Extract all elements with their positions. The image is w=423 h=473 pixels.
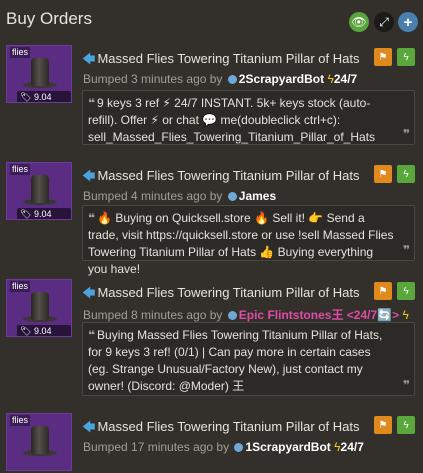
bolt-icon[interactable]: ϟ [397, 416, 415, 434]
user-link[interactable]: Epic Flintstones王 <24/7🔄> [239, 308, 399, 322]
bolt-icon: ϟ [402, 308, 409, 322]
back-arrow-icon: 🡄 [82, 419, 96, 434]
item-effect-label: flies [10, 415, 31, 426]
item-name[interactable]: 🡄 Massed Flies Towering Titanium Pillar o… [82, 418, 359, 440]
bolt-icon[interactable]: ϟ [397, 165, 415, 183]
panel-title: Buy Orders [6, 9, 92, 28]
flag-icon[interactable]: ⚑ [374, 165, 392, 183]
item-thumbnail[interactable]: flies 🏷 9.04 keys [6, 279, 72, 337]
online-status-icon [227, 75, 237, 84]
user-link[interactable]: James [239, 189, 276, 203]
listing-comment: ❝ 9 keys 3 ref ⚡ 24/7 INSTANT. 5k+ keys s… [82, 90, 415, 145]
price-badge: 🏷 9.04 keys [17, 91, 71, 102]
flag-icon[interactable]: ⚑ [374, 416, 392, 434]
quote-open-icon: ❝ [88, 211, 96, 225]
item-effect-label: flies [10, 47, 31, 58]
quote-close-icon: ❞ [402, 127, 410, 141]
bumped-line: Bumped 17 minutes ago by 1ScrapyardBot ϟ… [83, 440, 364, 454]
flag-icon[interactable]: ⚑ [374, 282, 392, 300]
item-effect-label: flies [10, 164, 31, 175]
bolt-icon[interactable]: ϟ [397, 282, 415, 300]
eye-icon[interactable]: 👁 [349, 12, 369, 32]
bumped-line: Bumped 8 minutes ago by Epic Flintstones… [83, 308, 409, 322]
bumped-line: Bumped 3 minutes ago by 2ScrapyardBot ϟ2… [83, 72, 358, 86]
price-badge: 🏷 9.04 keys [17, 208, 71, 219]
expand-icon[interactable]: ⤢ [374, 12, 394, 32]
listing-item: flies 🏷 9.04 keys 🡄Massed Flies Towering… [0, 45, 423, 145]
back-arrow-icon: 🡄 [82, 51, 96, 66]
listing-item: flies 🡄 Massed Flies Towering Titanium Pi… [0, 413, 423, 473]
bolt-icon[interactable]: ϟ [397, 48, 415, 66]
listing-comment: ❝ 🔥 Buying on Quicksell.store 🔥 Sell it! … [82, 205, 415, 276]
price-badge: 🏷 9.04 keys [17, 325, 71, 336]
back-arrow-icon: 🡄 [82, 285, 96, 300]
flag-icon[interactable]: ⚑ [374, 48, 392, 66]
bumped-line: Bumped 4 minutes ago by James [83, 189, 277, 203]
user-link[interactable]: 1ScrapyardBot [245, 440, 330, 454]
panel-header: Buy Orders 👁 ⤢ + [0, 0, 423, 42]
item-thumbnail[interactable]: flies [6, 413, 72, 471]
listing-item: flies 🏷 9.04 keys 🡄Massed Flies Towering… [0, 162, 423, 276]
hat-image [31, 175, 49, 203]
item-effect-label: flies [10, 281, 31, 292]
quote-open-icon: ❝ [88, 328, 96, 342]
online-status-icon [227, 311, 237, 320]
back-arrow-icon: 🡄 [82, 168, 96, 183]
hat-image [31, 426, 49, 454]
listing-item: flies 🏷 9.04 keys 🡄Massed Flies Towering… [0, 279, 423, 399]
item-thumbnail[interactable]: flies 🏷 9.04 keys [6, 45, 72, 103]
item-name[interactable]: 🡄 Massed Flies Towering Titanium Pillar o… [82, 167, 359, 189]
online-status-icon [227, 192, 237, 201]
hat-image [31, 292, 49, 320]
user-link[interactable]: 2ScrapyardBot [239, 72, 324, 86]
quote-close-icon: ❞ [402, 378, 410, 392]
item-name[interactable]: 🡄 Massed Flies Towering Titanium Pillar o… [82, 50, 359, 72]
online-status-icon [234, 443, 244, 452]
item-thumbnail[interactable]: flies 🏷 9.04 keys [6, 162, 72, 220]
item-name[interactable]: 🡄 Massed Flies Towering Titanium Pillar o… [82, 284, 359, 306]
hat-image [31, 58, 49, 86]
quote-close-icon: ❞ [402, 243, 410, 257]
plus-icon[interactable]: + [398, 12, 418, 32]
listing-comment: ❝ Buying Massed Flies Towering Titanium P… [82, 322, 415, 396]
quote-open-icon: ❝ [88, 96, 96, 110]
